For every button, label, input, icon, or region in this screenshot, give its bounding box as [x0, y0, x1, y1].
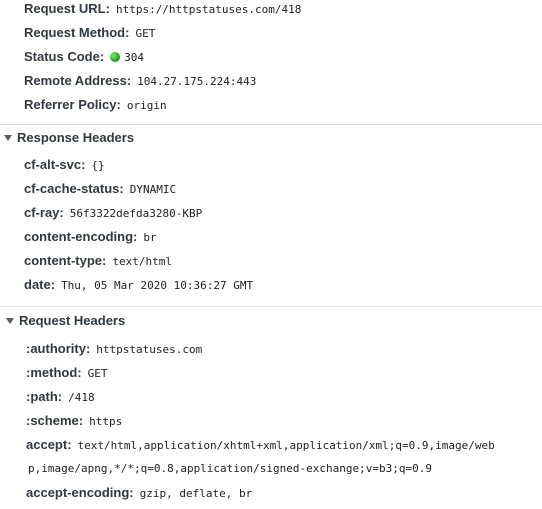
response-header-row: cf-ray: 56f3322defda3280-KBP: [0, 201, 542, 225]
triangle-down-icon: [4, 134, 12, 141]
header-name: cf-alt-svc:: [24, 157, 86, 172]
request-header-row: :authority: httpstatuses.com: [0, 337, 542, 361]
response-headers-section-header[interactable]: Response Headers: [0, 125, 542, 151]
referrer-policy-row: Referrer Policy: origin: [0, 93, 542, 117]
header-value-continuation[interactable]: p,image/apng,*/*;q=0.8,application/signe…: [28, 457, 538, 481]
referrer-policy-value[interactable]: origin: [127, 99, 167, 112]
request-method-row: Request Method: GET: [0, 21, 542, 45]
header-value[interactable]: gzip, deflate, br: [140, 487, 253, 500]
request-headers-section-header[interactable]: Request Headers: [0, 308, 542, 334]
request-method-label: Request Method:: [24, 25, 130, 40]
request-url-value[interactable]: https://httpstatuses.com/418: [116, 3, 301, 16]
status-code-row: Status Code: 304: [0, 45, 542, 69]
header-value[interactable]: text/html: [112, 255, 172, 268]
header-name: accept-encoding:: [26, 485, 134, 500]
remote-address-label: Remote Address:: [24, 73, 132, 88]
header-name: :authority:: [26, 341, 91, 356]
remote-address-value[interactable]: 104.27.175.224:443: [137, 75, 256, 88]
response-header-row: cf-cache-status: DYNAMIC: [0, 177, 542, 201]
header-value[interactable]: text/html,application/xhtml+xml,applicat…: [78, 439, 495, 452]
request-headers-title: Request Headers: [19, 313, 126, 328]
header-name: :path:: [26, 389, 63, 404]
header-value[interactable]: httpstatuses.com: [96, 343, 202, 356]
triangle-down-icon: [6, 317, 14, 324]
response-header-row: content-encoding: br: [0, 225, 542, 249]
header-name: :method:: [26, 365, 82, 380]
header-name: content-type:: [24, 253, 107, 268]
request-header-row: accept: text/html,application/xhtml+xml,a…: [0, 433, 542, 457]
header-name: date:: [24, 277, 56, 292]
header-value[interactable]: GET: [88, 367, 108, 380]
header-value[interactable]: /418: [68, 391, 95, 404]
header-name: cf-cache-status:: [24, 181, 124, 196]
response-header-row: cf-alt-svc: {}: [0, 153, 542, 177]
request-method-value[interactable]: GET: [135, 27, 155, 40]
request-header-row: :method: GET: [0, 361, 542, 385]
header-value[interactable]: Thu, 05 Mar 2020 10:36:27 GMT: [61, 279, 253, 292]
header-value[interactable]: DYNAMIC: [130, 183, 176, 196]
header-name: accept:: [26, 437, 72, 452]
response-header-row: date: Thu, 05 Mar 2020 10:36:27 GMT: [0, 273, 542, 297]
status-ok-icon: [110, 51, 121, 62]
request-header-row: accept-encoding: gzip, deflate, br: [0, 481, 542, 505]
remote-address-row: Remote Address: 104.27.175.224:443: [0, 69, 542, 93]
header-value[interactable]: 56f3322defda3280-KBP: [70, 207, 202, 220]
header-name: cf-ray:: [24, 205, 64, 220]
header-name: content-encoding:: [24, 229, 138, 244]
status-code-label: Status Code:: [24, 49, 105, 64]
request-header-row: :scheme: https: [0, 409, 542, 433]
request-url-label: Request URL:: [24, 1, 110, 16]
request-header-row: :path: /418: [0, 385, 542, 409]
response-header-row: content-type: text/html: [0, 249, 542, 273]
request-url-row: Request URL: https://httpstatuses.com/418: [0, 0, 542, 21]
header-value[interactable]: br: [143, 231, 156, 244]
section-divider: [0, 306, 542, 307]
header-value[interactable]: https: [89, 415, 122, 428]
status-code-value[interactable]: 304: [124, 51, 144, 64]
header-name: :scheme:: [26, 413, 84, 428]
header-value[interactable]: {}: [91, 159, 104, 172]
response-headers-title: Response Headers: [17, 130, 135, 145]
referrer-policy-label: Referrer Policy:: [24, 97, 121, 112]
